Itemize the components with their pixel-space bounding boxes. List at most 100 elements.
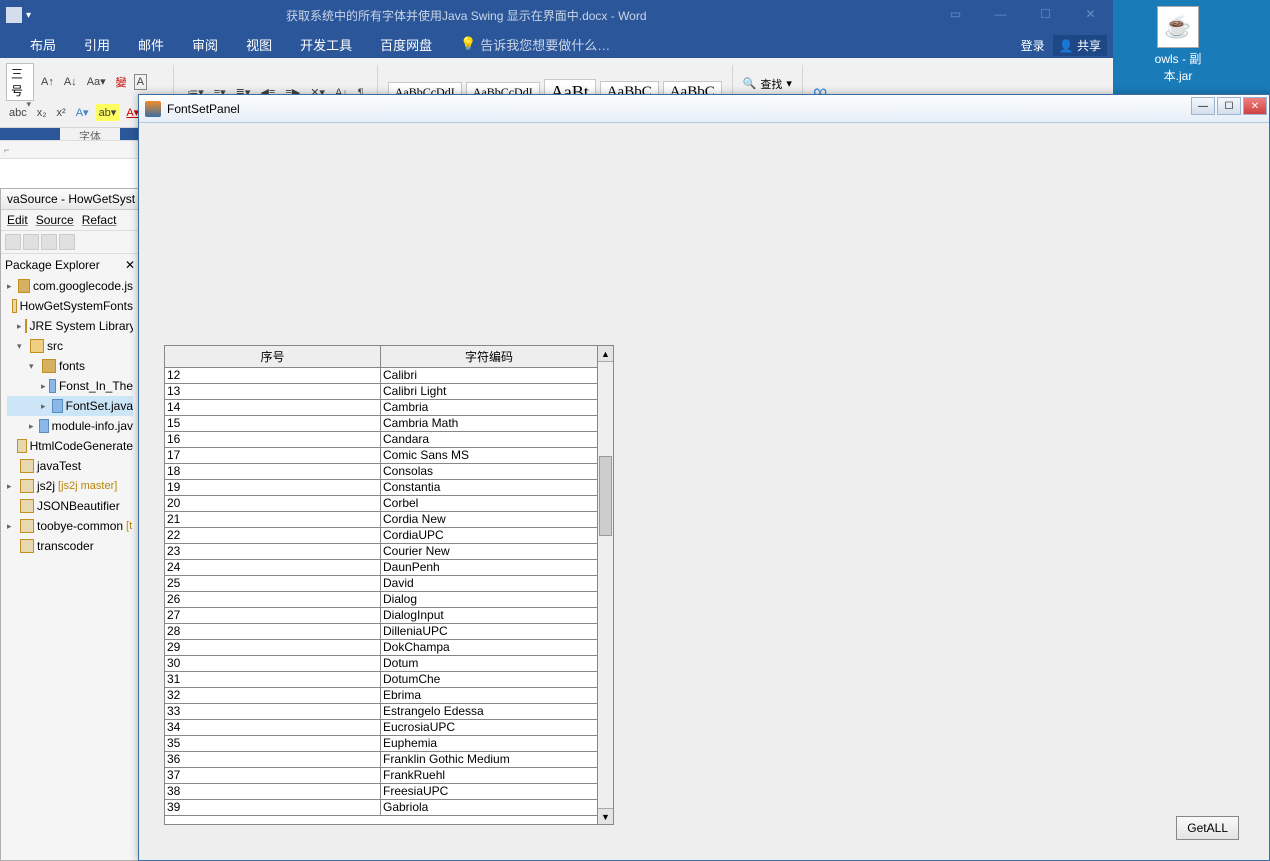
tree-twisty-icon[interactable]: ▸ — [41, 376, 46, 396]
desktop-jar-icon[interactable]: owls - 副本.jar — [1146, 6, 1210, 84]
tree-item[interactable]: ▸com.googlecode.js — [7, 276, 133, 296]
table-row[interactable]: 18Consolas — [165, 464, 597, 480]
toolbar-new-icon[interactable] — [5, 234, 21, 250]
column-header-index[interactable]: 序号 — [165, 346, 381, 367]
tree-twisty-icon[interactable]: ▸ — [7, 276, 15, 296]
tree-item[interactable]: ▸toobye-common [t — [7, 516, 133, 536]
swing-minimize-icon[interactable]: — — [1191, 97, 1215, 115]
tree-item[interactable]: transcoder — [7, 536, 133, 556]
tree-item[interactable]: javaTest — [7, 456, 133, 476]
tree-twisty-icon[interactable]: ▸ — [7, 516, 17, 536]
tree-item[interactable]: ▸Fonst_In_The — [7, 376, 133, 396]
tree-item[interactable]: ▸module-info.jav — [7, 416, 133, 436]
swing-close-icon[interactable]: ✕ — [1243, 97, 1267, 115]
tree-item[interactable]: ▸js2j [js2j master] — [7, 476, 133, 496]
tab-baidu[interactable]: 百度网盘 — [380, 35, 432, 54]
shrink-font-icon[interactable]: A↓ — [61, 74, 80, 90]
tree-item[interactable]: ▸JRE System Library — [7, 316, 133, 336]
tell-me-input[interactable]: 告诉我您想要做什么… — [480, 35, 610, 54]
toolbar-save-icon[interactable] — [23, 234, 39, 250]
tree-item[interactable]: ▾fonts — [7, 356, 133, 376]
table-row[interactable]: 35Euphemia — [165, 736, 597, 752]
find-button[interactable]: 查找 — [760, 76, 782, 92]
maximize-icon[interactable]: ☐ — [1023, 0, 1068, 28]
table-row[interactable]: 33Estrangelo Edessa — [165, 704, 597, 720]
package-explorer-tree[interactable]: ▸com.googlecode.jsHowGetSystemFonts▸JRE … — [5, 274, 135, 558]
tab-layout[interactable]: 布局 — [30, 35, 56, 54]
table-row[interactable]: 28DilleniaUPC — [165, 624, 597, 640]
menu-source[interactable]: Source — [36, 213, 74, 227]
table-row[interactable]: 34EucrosiaUPC — [165, 720, 597, 736]
change-case-icon[interactable]: Aa▾ — [84, 73, 109, 90]
tree-item[interactable]: HtmlCodeGenerate — [7, 436, 133, 456]
tree-twisty-icon[interactable]: ▸ — [41, 396, 49, 416]
table-row[interactable]: 20Corbel — [165, 496, 597, 512]
table-row[interactable]: 24DaunPenh — [165, 560, 597, 576]
toolbar-build-icon[interactable] — [59, 234, 75, 250]
table-body[interactable]: 12Calibri13Calibri Light14Cambria15Cambr… — [165, 368, 597, 820]
table-row[interactable]: 19Constantia — [165, 480, 597, 496]
minimize-icon[interactable]: — — [978, 0, 1023, 28]
table-row[interactable]: 14Cambria — [165, 400, 597, 416]
table-row[interactable]: 16Candara — [165, 432, 597, 448]
text-effects-icon[interactable]: A▾ — [73, 104, 92, 121]
grow-font-icon[interactable]: A↑ — [38, 74, 57, 90]
table-row[interactable]: 22CordiaUPC — [165, 528, 597, 544]
column-header-encoding[interactable]: 字符编码 — [381, 346, 597, 367]
table-row[interactable]: 27DialogInput — [165, 608, 597, 624]
qat-dropdown-icon[interactable]: ▾ — [26, 10, 31, 21]
login-link[interactable]: 登录 — [1021, 37, 1045, 54]
tree-item[interactable]: JSONBeautifier — [7, 496, 133, 516]
ruler-tab-icon[interactable]: ⌐ — [0, 145, 13, 155]
swing-maximize-icon[interactable]: ☐ — [1217, 97, 1241, 115]
table-row[interactable]: 25David — [165, 576, 597, 592]
table-row[interactable]: 21Cordia New — [165, 512, 597, 528]
tree-twisty-icon[interactable]: ▾ — [29, 356, 39, 376]
tree-item[interactable]: HowGetSystemFonts — [7, 296, 133, 316]
table-row[interactable]: 12Calibri — [165, 368, 597, 384]
menu-refactor[interactable]: Refact — [82, 213, 117, 227]
table-row[interactable]: 31DotumChe — [165, 672, 597, 688]
tree-item[interactable]: ▸FontSet.java — [7, 396, 133, 416]
superscript-icon[interactable]: x² — [54, 105, 69, 121]
tab-view[interactable]: 视图 — [246, 35, 272, 54]
table-row[interactable]: 32Ebrima — [165, 688, 597, 704]
table-row[interactable]: 23Courier New — [165, 544, 597, 560]
close-view-icon[interactable]: ✕ — [125, 258, 135, 272]
tree-twisty-icon[interactable]: ▸ — [7, 476, 17, 496]
share-button[interactable]: 👤 共享 — [1053, 35, 1107, 56]
table-row[interactable]: 13Calibri Light — [165, 384, 597, 400]
table-row[interactable]: 30Dotum — [165, 656, 597, 672]
font-table[interactable]: 序号 字符编码 12Calibri13Calibri Light14Cambri… — [164, 345, 598, 825]
scroll-thumb[interactable] — [599, 456, 612, 536]
ribbon-options-icon[interactable]: ▭ — [933, 0, 978, 28]
close-icon[interactable]: ✕ — [1068, 0, 1113, 28]
scroll-up-icon[interactable]: ▲ — [598, 346, 613, 362]
table-row[interactable]: 17Comic Sans MS — [165, 448, 597, 464]
tab-references[interactable]: 引用 — [84, 35, 110, 54]
highlight-icon[interactable]: ab▾ — [96, 104, 120, 121]
getall-button[interactable]: GetALL — [1176, 816, 1239, 840]
table-row[interactable]: 39Gabriola — [165, 800, 597, 816]
phonetic-guide-icon[interactable]: 變 — [113, 72, 130, 92]
tree-twisty-icon[interactable]: ▸ — [29, 416, 36, 436]
vertical-scrollbar[interactable]: ▲ ▼ — [598, 345, 614, 825]
table-row[interactable]: 36Franklin Gothic Medium — [165, 752, 597, 768]
menu-edit[interactable]: Edit — [7, 213, 28, 227]
table-row[interactable]: 37FrankRuehl — [165, 768, 597, 784]
tab-mailings[interactable]: 邮件 — [138, 35, 164, 54]
table-row[interactable]: 38FreesiaUPC — [165, 784, 597, 800]
toolbar-saveall-icon[interactable] — [41, 234, 57, 250]
tree-twisty-icon[interactable]: ▾ — [17, 336, 27, 356]
character-border-icon[interactable]: A — [134, 74, 147, 90]
table-row[interactable]: 15Cambria Math — [165, 416, 597, 432]
font-size-select[interactable]: 三号 — [6, 63, 34, 101]
tab-review[interactable]: 审阅 — [192, 35, 218, 54]
table-row[interactable]: 29DokChampa — [165, 640, 597, 656]
table-row[interactable]: 26Dialog — [165, 592, 597, 608]
tree-item[interactable]: ▾src — [7, 336, 133, 356]
tree-twisty-icon[interactable]: ▸ — [17, 316, 22, 336]
scroll-down-icon[interactable]: ▼ — [598, 808, 613, 824]
subscript-icon[interactable]: x₂ — [34, 105, 50, 121]
tab-developer[interactable]: 开发工具 — [300, 35, 352, 54]
